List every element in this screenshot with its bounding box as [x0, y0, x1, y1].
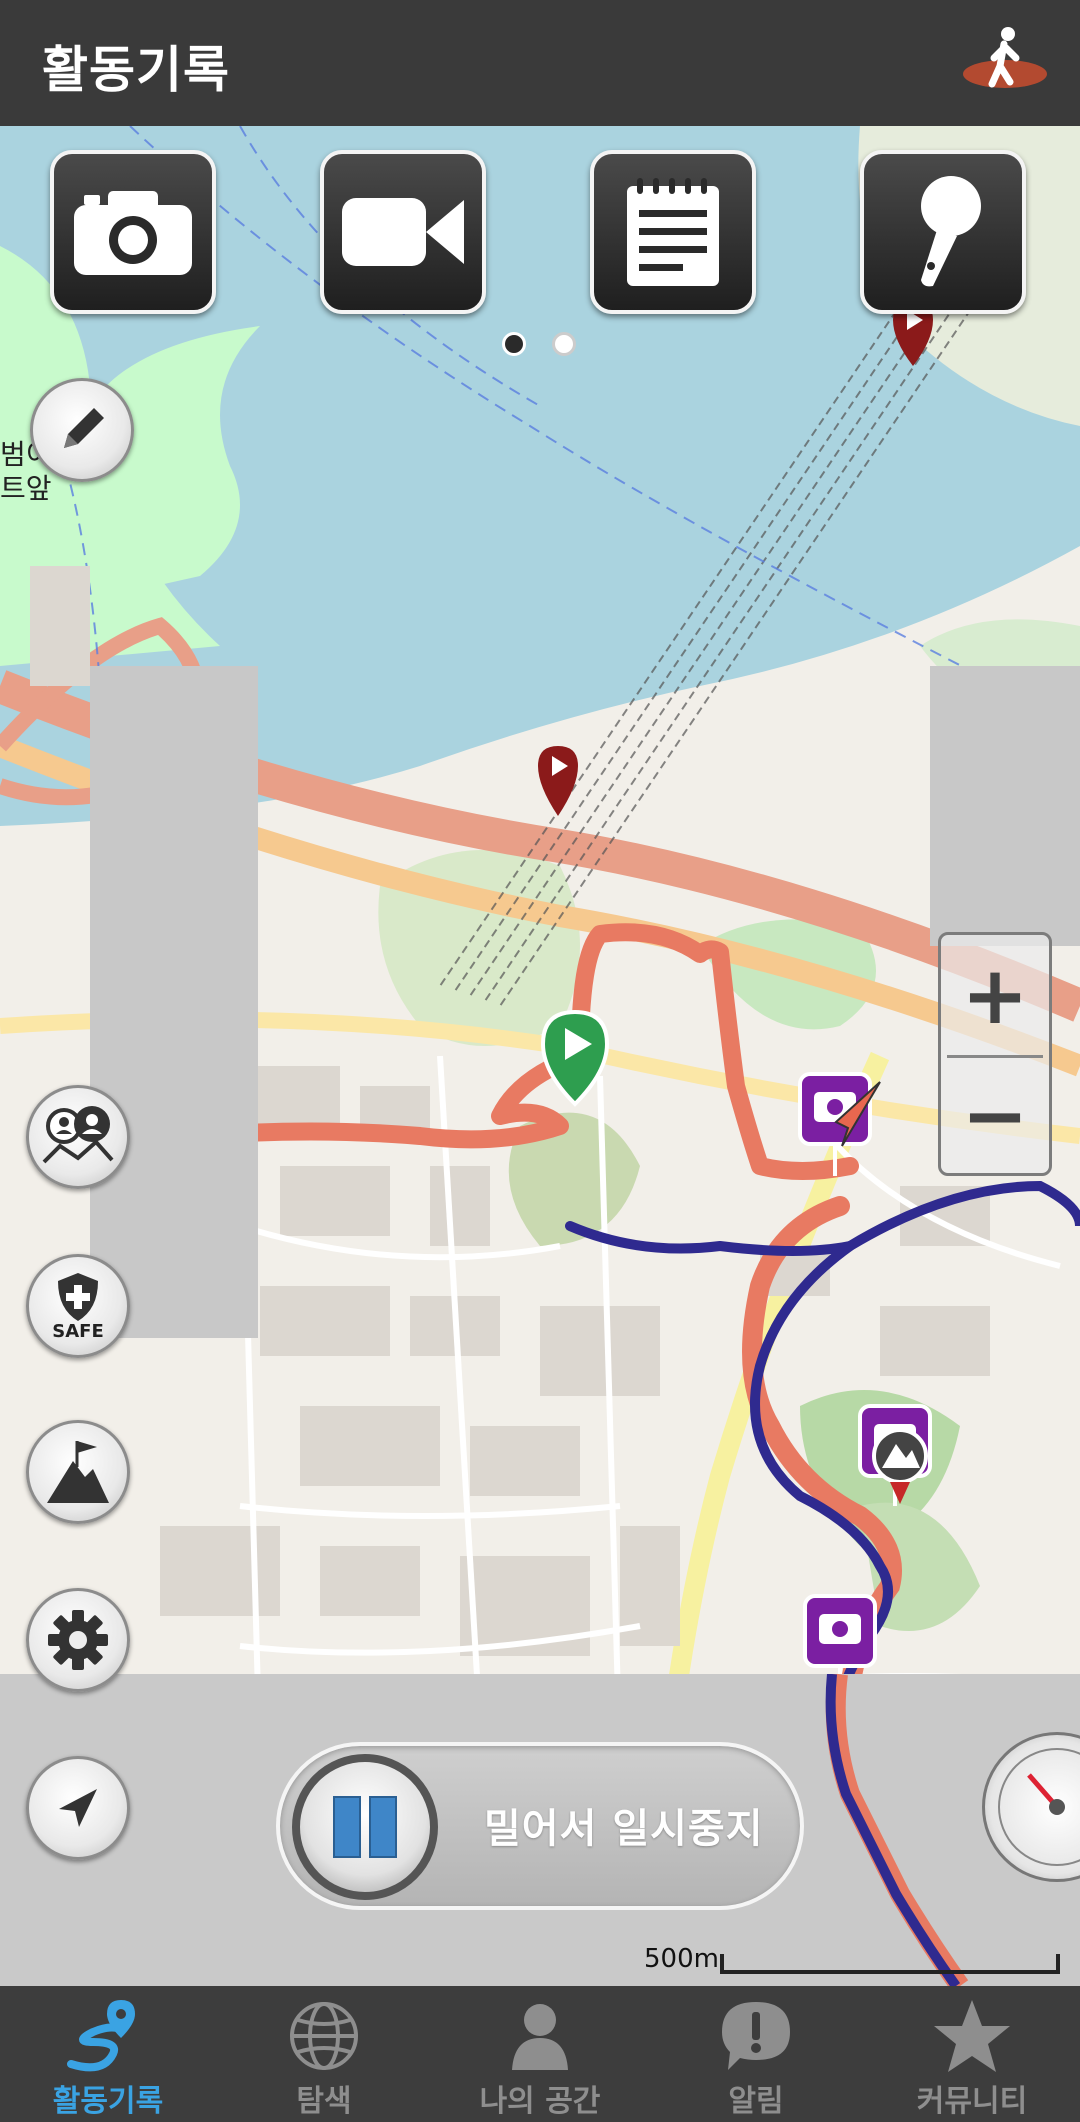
- tab-notifications[interactable]: 알림: [648, 1986, 864, 2122]
- companions-button[interactable]: [26, 1085, 130, 1189]
- scale-label: 500m: [644, 1944, 719, 1974]
- bottom-tab-bar: 활동기록 탐색 나의 공간 알림 커뮤니티: [0, 1986, 1080, 2122]
- tab-community[interactable]: 커뮤니티: [864, 1986, 1080, 2122]
- memo-button[interactable]: [590, 150, 756, 314]
- pager-dot-active[interactable]: [502, 332, 526, 356]
- tab-my-space[interactable]: 나의 공간: [432, 1986, 648, 2122]
- tab-explore[interactable]: 탐색: [216, 1986, 432, 2122]
- zoom-control: + −: [938, 932, 1052, 1176]
- shield-icon: [58, 1272, 98, 1321]
- locate-button[interactable]: [26, 1756, 130, 1860]
- app-header: 활동기록: [0, 0, 1080, 126]
- star-icon: [934, 2000, 1010, 2072]
- minus-icon: −: [961, 1069, 1029, 1162]
- safe-label: SAFE: [52, 1320, 104, 1342]
- left-overlay-panel: [90, 666, 258, 1338]
- scale-bar: [720, 1954, 1060, 1974]
- walking-person-icon[interactable]: [960, 24, 1050, 100]
- speedometer-button[interactable]: [982, 1732, 1080, 1882]
- video-camera-icon: [342, 198, 464, 266]
- globe-icon: [290, 2002, 358, 2070]
- notepad-icon: [627, 178, 719, 286]
- pause-slider[interactable]: 밀어서 일시중지: [276, 1742, 804, 1910]
- pause-knob[interactable]: [292, 1754, 438, 1900]
- speedometer-icon: [998, 1748, 1080, 1866]
- right-overlay-panel: [930, 666, 1080, 946]
- gear-icon: [48, 1610, 108, 1670]
- tab-label: 나의 공간: [479, 2084, 601, 2119]
- page-title: 활동기록: [42, 41, 230, 99]
- summit-button[interactable]: [26, 1420, 130, 1524]
- camera-button[interactable]: [50, 150, 216, 314]
- tab-label: 활동기록: [52, 2084, 164, 2119]
- person-icon: [512, 2004, 568, 2070]
- pencil-icon: [64, 408, 104, 448]
- route-pin-icon: [67, 2000, 135, 2072]
- camera-icon: [74, 191, 192, 275]
- tab-activity-log[interactable]: 활동기록: [0, 1986, 216, 2122]
- map-label: 트앞: [0, 472, 52, 505]
- pause-icon: [333, 1796, 397, 1858]
- tab-label: 알림: [728, 2084, 784, 2119]
- safe-button[interactable]: SAFE: [26, 1254, 130, 1358]
- plus-icon: +: [961, 949, 1029, 1042]
- mountain-flag-icon: [47, 1441, 109, 1503]
- zoom-out-button[interactable]: −: [941, 1057, 1049, 1175]
- edit-button[interactable]: [30, 378, 134, 482]
- microphone-icon: [921, 176, 981, 287]
- navigation-arrow-icon: [59, 1789, 97, 1827]
- people-map-icon: [42, 1106, 114, 1164]
- voice-button[interactable]: [860, 150, 1026, 314]
- video-button[interactable]: [320, 150, 486, 314]
- zoom-in-button[interactable]: +: [941, 937, 1049, 1055]
- pager-dot[interactable]: [552, 332, 576, 356]
- alert-bubble-icon: [722, 2002, 790, 2070]
- tab-label: 커뮤니티: [916, 2084, 1028, 2119]
- pause-slider-label: 밀어서 일시중지: [484, 1806, 764, 1852]
- settings-button[interactable]: [26, 1588, 130, 1692]
- tab-label: 탐색: [296, 2084, 352, 2119]
